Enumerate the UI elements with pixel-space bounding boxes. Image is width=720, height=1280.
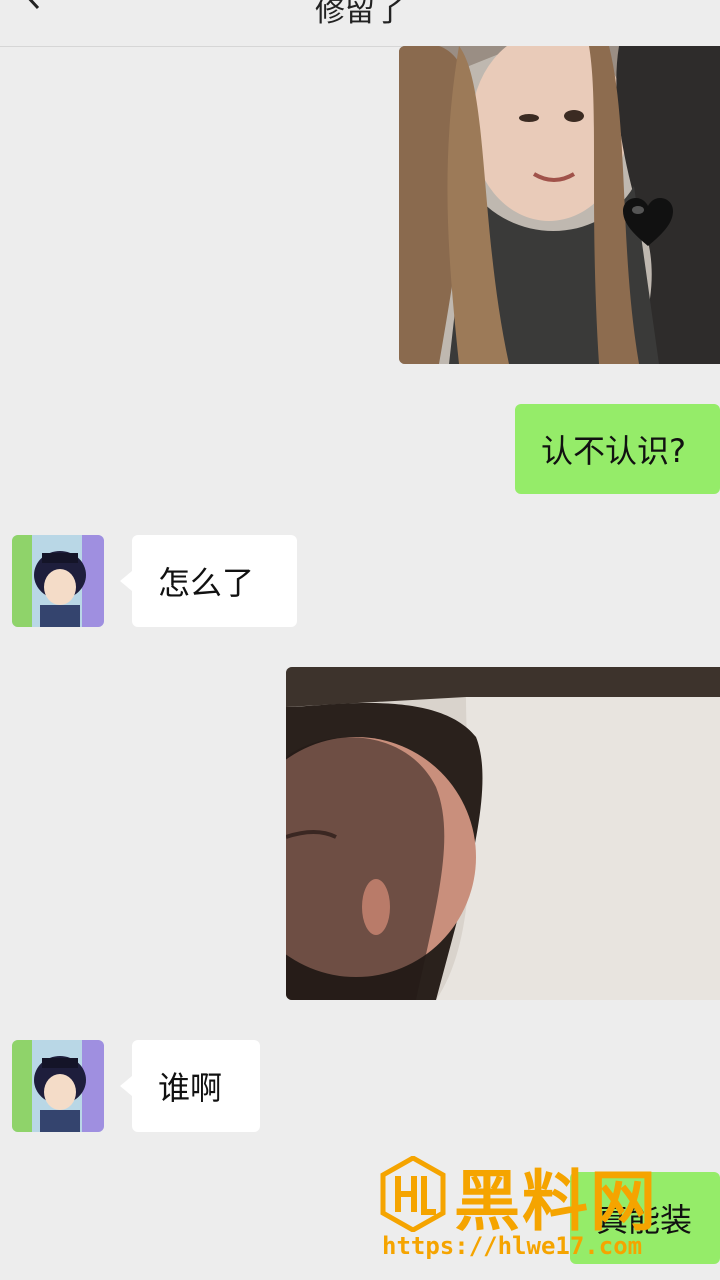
contact-avatar[interactable] [12, 535, 104, 627]
message-bubble-incoming[interactable]: 谁啊 [120, 1040, 260, 1132]
message-text: 认不认识? [541, 432, 686, 470]
heart-sticker-icon [623, 198, 673, 246]
chat-header: 修留了 [0, 0, 720, 47]
watermark: 黑料网 https://hlwe17.com [380, 1152, 720, 1280]
contact-avatar[interactable] [12, 1040, 104, 1132]
watermark-title: 黑料网 [454, 1163, 658, 1240]
watermark-url: https://hlwe17.com [382, 1232, 643, 1260]
photo-message-sleeping[interactable] [286, 667, 720, 1000]
message-bubble-incoming[interactable]: 怎么了 [120, 535, 297, 627]
sleeping-photo-image [286, 667, 720, 1000]
message-bubble-outgoing[interactable]: 认不认识? [515, 404, 720, 494]
message-text: 谁啊 [158, 1069, 223, 1107]
photo-message-selfie[interactable] [399, 46, 720, 364]
message-text: 怎么了 [158, 564, 255, 602]
chat-title: 修留了 [315, 0, 405, 29]
watermark-logo-icon [380, 1156, 446, 1232]
